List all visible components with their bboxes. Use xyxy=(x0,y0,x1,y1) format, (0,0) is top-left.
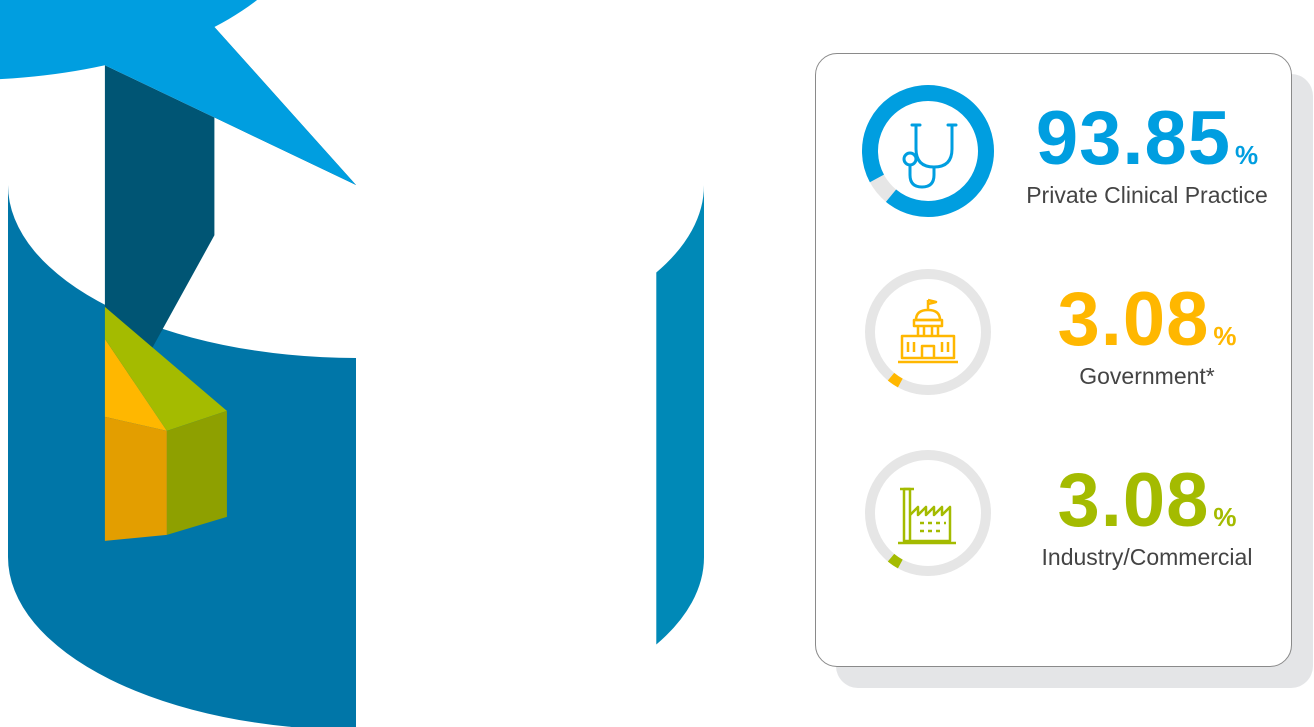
ring-progress-arc xyxy=(887,553,903,569)
stat-unit: % xyxy=(1213,502,1237,532)
stat-value: 3.08 xyxy=(1057,458,1210,543)
stat-label: Industry/Commercial xyxy=(1041,544,1253,570)
stats-card: 93.85% Private Clinical Practice 3.08% G… xyxy=(815,53,1292,667)
stat-industry-commercial: 3.08% Industry/Commercial xyxy=(816,443,1291,583)
stat-value: 93.85 xyxy=(1035,96,1232,181)
government-slice-side xyxy=(104,416,167,541)
stat-value: 3.08 xyxy=(1057,277,1210,362)
factory-icon xyxy=(898,487,956,545)
progress-ring xyxy=(865,450,991,576)
pie-layer xyxy=(0,0,705,727)
progress-ring xyxy=(865,269,991,395)
private-slice-side-right xyxy=(656,185,705,645)
pie-chart-3d xyxy=(0,0,705,727)
stat-unit: % xyxy=(1235,140,1259,170)
ring-progress-arc xyxy=(887,372,903,388)
government-building-icon xyxy=(898,298,958,364)
stethoscope-icon xyxy=(902,123,958,189)
ring-track xyxy=(865,269,991,395)
stat-label: Government* xyxy=(1079,363,1215,389)
stat-unit: % xyxy=(1213,321,1237,351)
stat-label: Private Clinical Practice xyxy=(1026,182,1268,208)
progress-ring xyxy=(862,85,994,217)
industry-slice-side xyxy=(166,410,227,535)
stat-private-clinical-practice: 93.85% Private Clinical Practice xyxy=(816,81,1291,221)
stat-government: 3.08% Government* xyxy=(816,262,1291,402)
